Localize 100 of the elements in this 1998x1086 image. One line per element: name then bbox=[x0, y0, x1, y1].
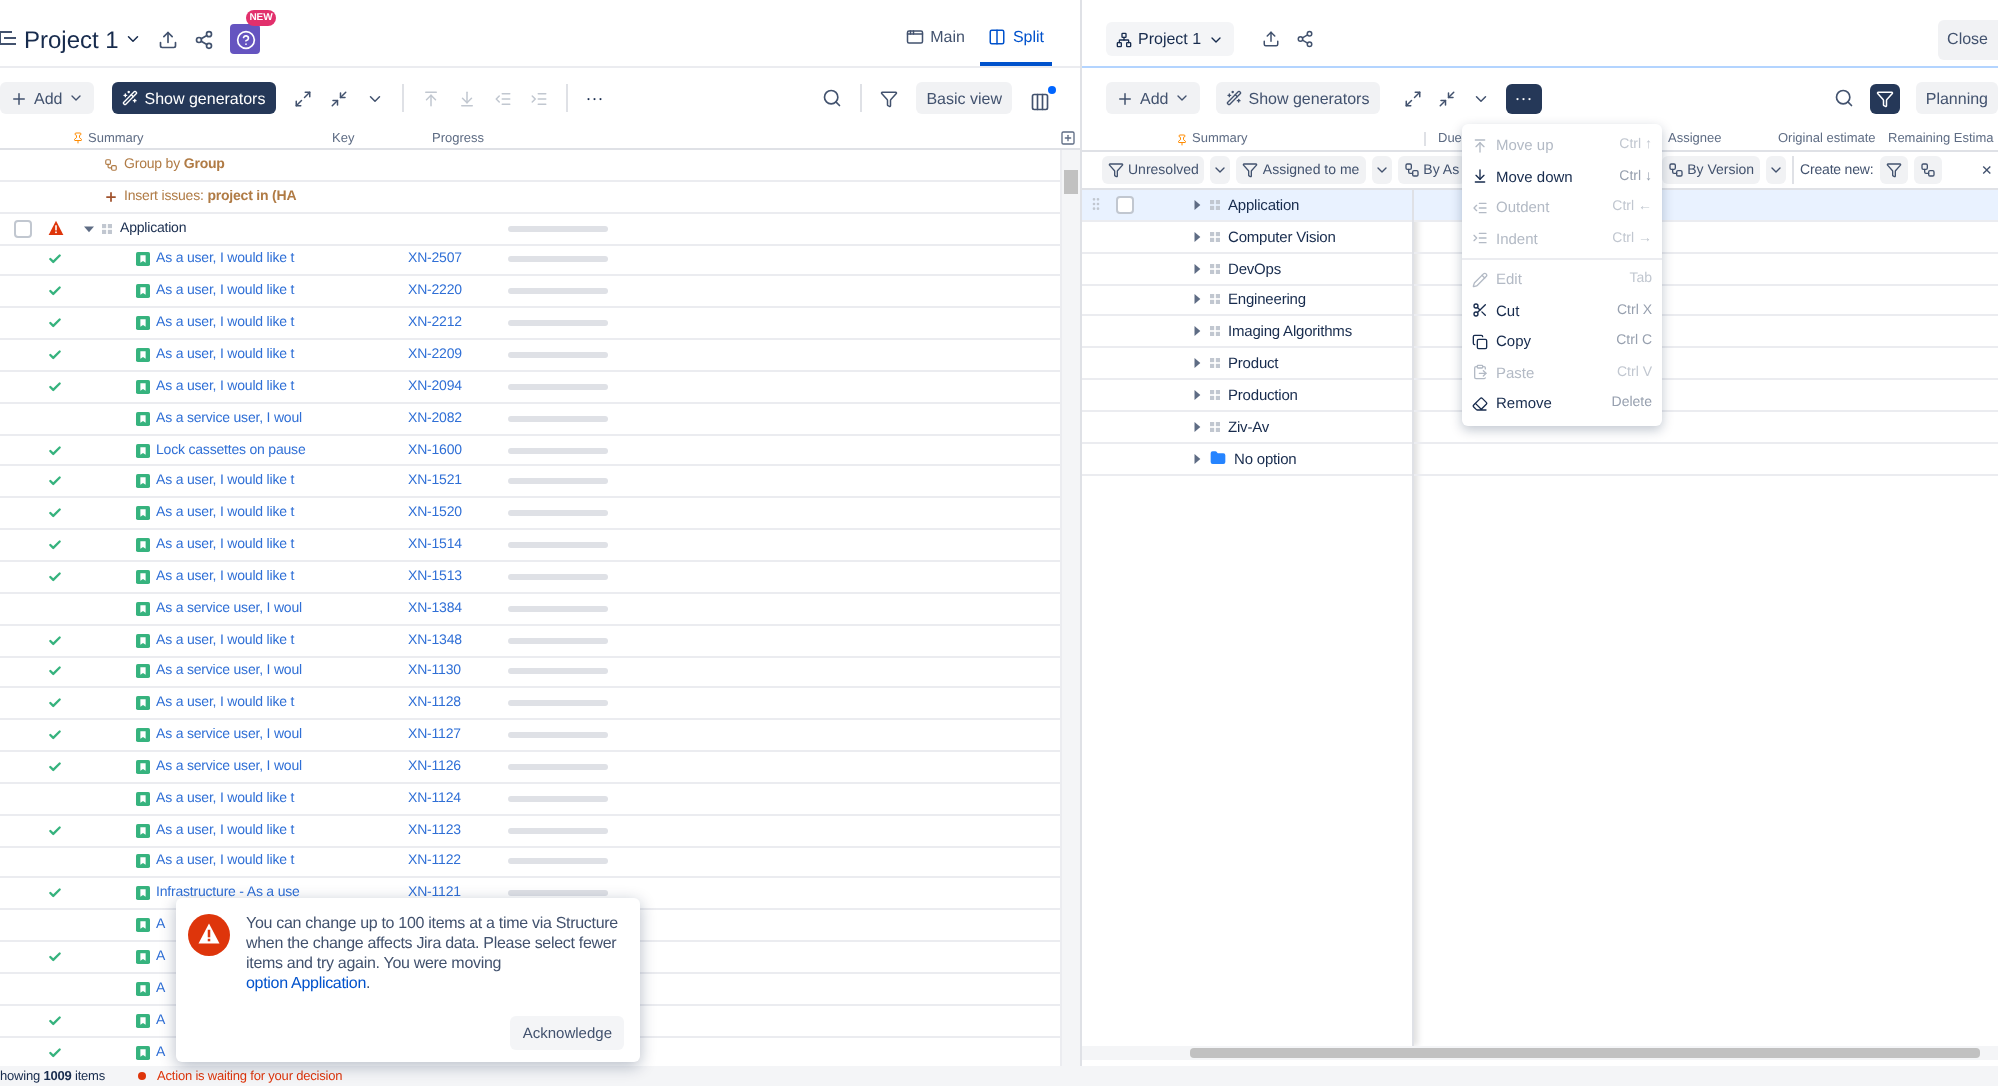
chevron-down-icon bbox=[1212, 162, 1229, 178]
filter-icon bbox=[1885, 162, 1902, 178]
add-button[interactable]: Add bbox=[1106, 82, 1201, 114]
grid-icon bbox=[1210, 199, 1220, 210]
expand-icon[interactable] bbox=[1403, 89, 1422, 107]
plus-icon bbox=[1116, 89, 1134, 107]
chevron-down-icon bbox=[68, 90, 85, 106]
story-icon bbox=[136, 791, 150, 806]
collapse-icon[interactable] bbox=[329, 89, 348, 107]
caret-icon[interactable] bbox=[84, 223, 94, 234]
collapse-icon[interactable] bbox=[1437, 89, 1456, 107]
caret-icon[interactable] bbox=[1192, 294, 1202, 305]
show-generators-button[interactable]: Show generators bbox=[1216, 82, 1380, 114]
share-icon[interactable] bbox=[1295, 30, 1314, 48]
new-filter-button[interactable] bbox=[1879, 156, 1908, 184]
hierarchy-icon bbox=[1667, 162, 1684, 178]
close-button[interactable]: Close bbox=[1937, 19, 1998, 59]
caret-icon[interactable] bbox=[1192, 199, 1202, 210]
view-tab[interactable]: Main bbox=[898, 12, 973, 66]
checkbox[interactable] bbox=[1116, 195, 1134, 214]
story-icon bbox=[136, 379, 150, 394]
checkbox[interactable] bbox=[14, 219, 32, 238]
folder-icon bbox=[1210, 450, 1226, 467]
caret-icon[interactable] bbox=[1192, 231, 1202, 242]
chevron-down-icon bbox=[1768, 162, 1785, 178]
grid-icon bbox=[1210, 294, 1220, 305]
story-icon bbox=[136, 474, 150, 489]
project-selector[interactable]: Project 1 bbox=[1106, 22, 1234, 56]
grid-icon bbox=[1210, 358, 1220, 369]
add-column-icon[interactable] bbox=[1060, 130, 1076, 146]
drag-handle[interactable] bbox=[1088, 196, 1104, 213]
filter-icon bbox=[1242, 162, 1259, 178]
caret-icon[interactable] bbox=[1192, 389, 1202, 400]
story-icon bbox=[136, 411, 150, 426]
pin-icon bbox=[72, 132, 84, 144]
caret-icon[interactable] bbox=[1192, 326, 1202, 337]
copy-icon bbox=[1472, 333, 1488, 350]
story-icon bbox=[136, 443, 150, 458]
add-button[interactable]: Add bbox=[0, 82, 95, 114]
search-icon[interactable] bbox=[1833, 88, 1854, 108]
view-button[interactable]: Basic view bbox=[916, 82, 1012, 114]
scrollbar[interactable] bbox=[1082, 1046, 1998, 1060]
status-dot bbox=[137, 1072, 146, 1080]
story-icon bbox=[136, 981, 150, 996]
export-icon[interactable] bbox=[1261, 30, 1280, 48]
split-view-icon bbox=[988, 28, 1007, 46]
view-button[interactable]: Planning bbox=[1915, 82, 1998, 114]
filter-button[interactable] bbox=[1869, 83, 1900, 113]
plus-icon bbox=[10, 89, 28, 107]
expand-icon[interactable] bbox=[293, 89, 312, 107]
hierarchy-icon bbox=[1919, 162, 1936, 178]
filter-icon bbox=[1108, 162, 1124, 178]
story-icon bbox=[136, 759, 150, 774]
story-icon bbox=[136, 664, 150, 679]
scissors-icon bbox=[1472, 302, 1488, 319]
story-icon bbox=[136, 696, 150, 711]
pin-icon bbox=[1176, 133, 1188, 145]
story-icon bbox=[136, 633, 150, 648]
structure-icon bbox=[0, 29, 16, 49]
story-icon bbox=[136, 506, 150, 521]
story-icon bbox=[136, 1045, 150, 1060]
show-generators-button[interactable]: Show generators bbox=[112, 82, 276, 114]
story-icon bbox=[136, 252, 150, 267]
filter-icon[interactable] bbox=[880, 89, 899, 107]
plus-icon bbox=[104, 189, 118, 204]
help-icon bbox=[235, 29, 256, 49]
story-icon bbox=[136, 569, 150, 584]
scrollbar[interactable] bbox=[1060, 150, 1080, 1066]
warning-message: You can change up to 100 items at a time via Structure when the change affects Jira data. Please select fewer items and try again. You were moving option Application. bbox=[246, 914, 620, 994]
project-selector[interactable]: Project 1 bbox=[24, 25, 143, 53]
share-icon[interactable] bbox=[194, 29, 215, 49]
story-icon bbox=[136, 823, 150, 838]
more-button[interactable]: ··· bbox=[585, 88, 604, 108]
story-icon bbox=[136, 601, 150, 616]
option-link[interactable]: option Application bbox=[246, 974, 367, 992]
grid-icon bbox=[1210, 389, 1220, 400]
export-icon[interactable] bbox=[158, 29, 179, 49]
columns-icon[interactable] bbox=[1030, 91, 1050, 111]
search-icon[interactable] bbox=[822, 88, 843, 108]
more-button[interactable]: ··· bbox=[1505, 83, 1542, 113]
help-button[interactable] bbox=[230, 24, 261, 54]
move-up-icon bbox=[1472, 137, 1488, 154]
hierarchy-icon bbox=[1403, 162, 1420, 178]
view-tab[interactable]: Split bbox=[980, 12, 1052, 66]
close-button[interactable]: × bbox=[1981, 160, 1992, 180]
grid-icon bbox=[1210, 326, 1220, 337]
grid-icon bbox=[102, 223, 112, 234]
story-icon bbox=[136, 347, 150, 362]
caret-icon[interactable] bbox=[1192, 358, 1202, 369]
caret-icon[interactable] bbox=[1192, 421, 1202, 432]
caret-icon[interactable] bbox=[1192, 263, 1202, 274]
outdent-icon bbox=[1472, 199, 1488, 216]
caret-icon[interactable] bbox=[1192, 453, 1202, 464]
group-icon bbox=[104, 157, 118, 172]
warning-icon bbox=[188, 914, 230, 956]
story-icon bbox=[136, 886, 150, 901]
new-group-button[interactable] bbox=[1913, 156, 1942, 184]
story-icon bbox=[136, 538, 150, 553]
grid-icon bbox=[1210, 263, 1220, 274]
window-icon bbox=[906, 28, 925, 46]
